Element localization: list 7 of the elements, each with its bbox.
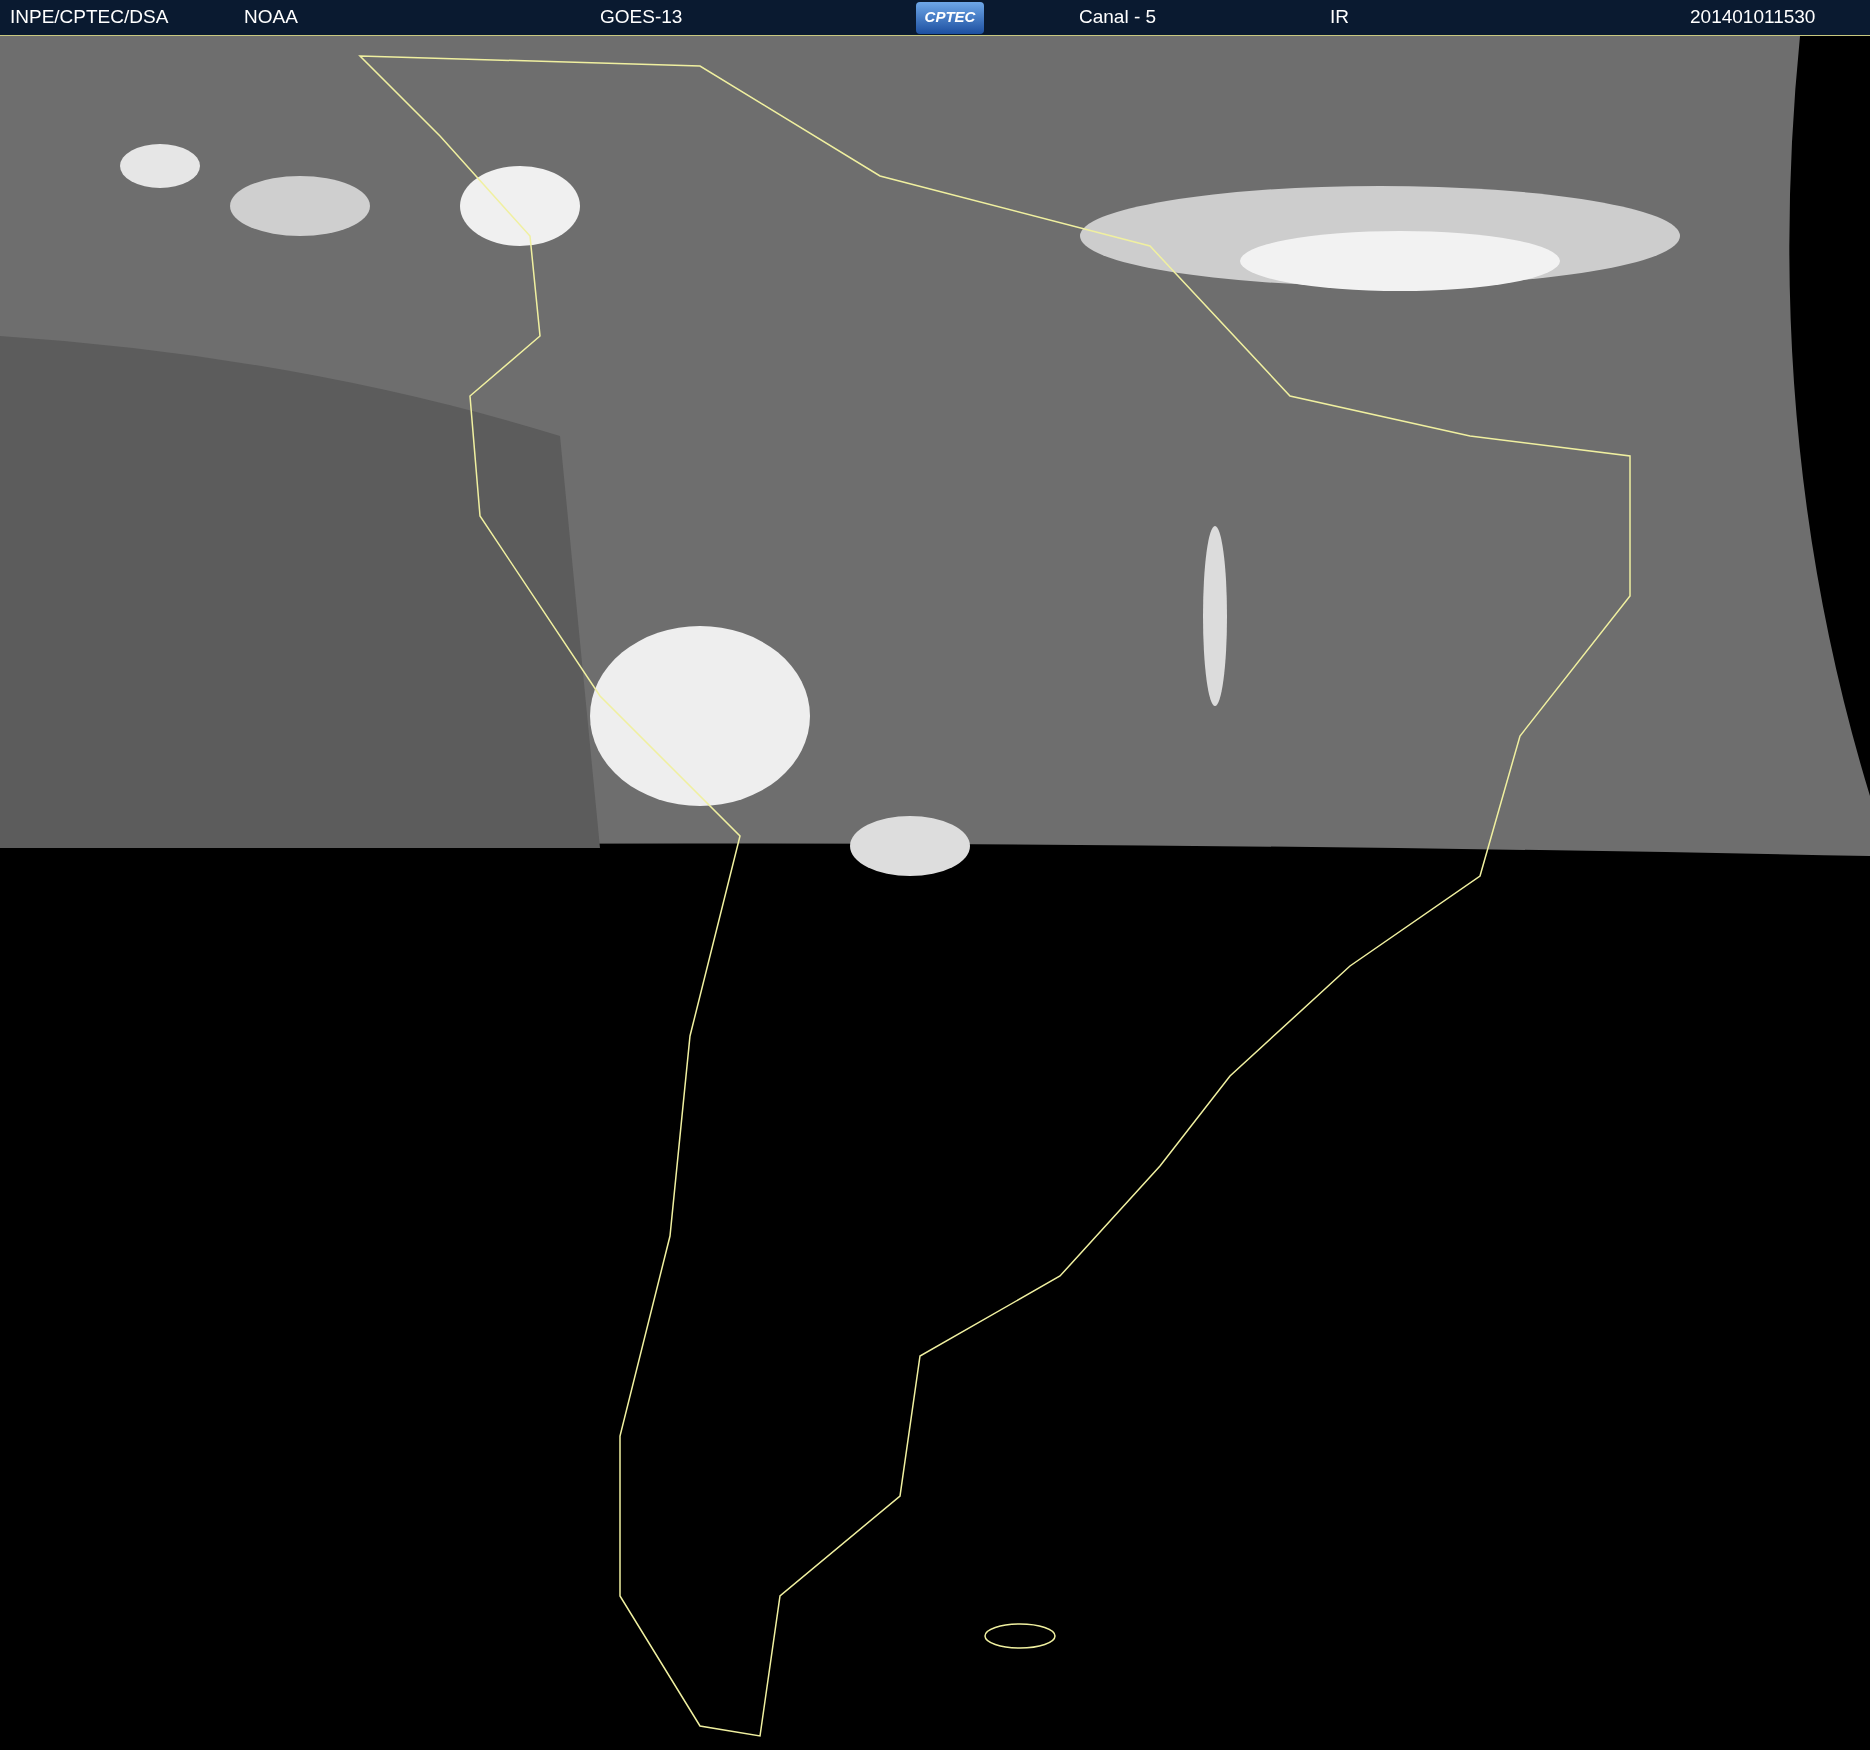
header-label: GOES-13 xyxy=(600,5,683,30)
header-label: NOAA xyxy=(244,5,298,30)
header-label: Canal - 5 xyxy=(1079,5,1157,30)
header-label: INPE/CPTEC/DSA xyxy=(10,5,169,30)
logo: CPTEC xyxy=(916,1,984,34)
header-label: IR xyxy=(1330,5,1349,30)
header-label: 201401011530 xyxy=(1690,5,1816,30)
